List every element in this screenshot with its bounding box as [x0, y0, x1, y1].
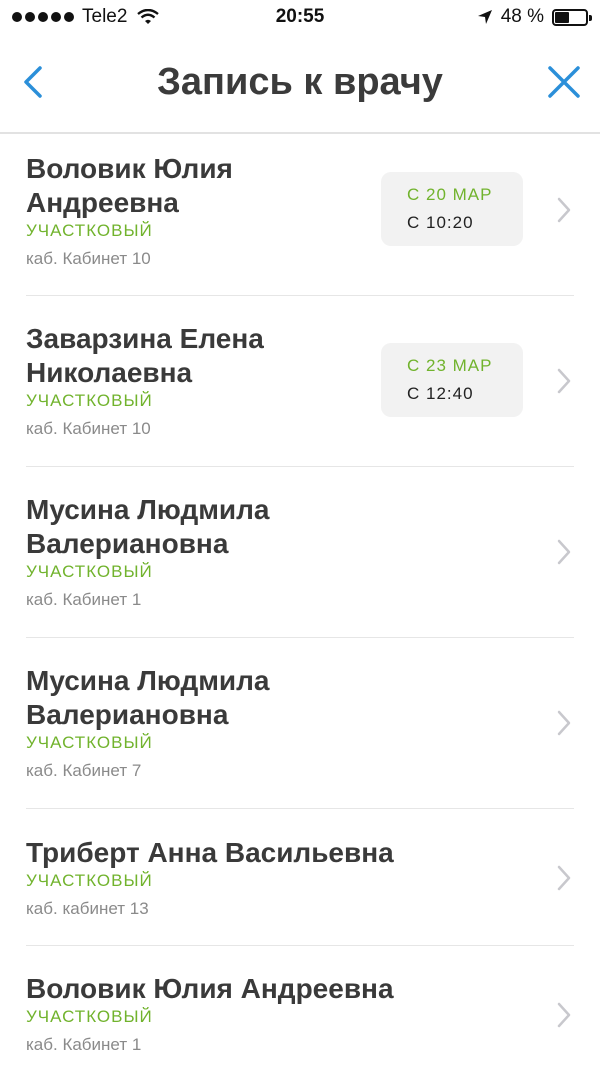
- chevron-right-icon: [557, 865, 571, 891]
- doctor-name: Триберт Анна Васильевна: [26, 837, 394, 868]
- doctor-name: Воловик Юлия Андреевна: [26, 153, 233, 218]
- list-item[interactable]: Воловик Юлия Андреевна УЧАСТКОВЫЙ каб. К…: [26, 946, 574, 1071]
- doctor-cabinet: каб. Кабинет 7: [26, 761, 142, 780]
- doctor-cabinet: каб. кабинет 13: [26, 899, 149, 918]
- doctor-list: Воловик Юлия Андреевна УЧАСТКОВЫЙ каб. К…: [0, 134, 600, 1071]
- battery-level: [555, 11, 569, 23]
- chevron-right-icon: [557, 710, 571, 736]
- doctor-role: УЧАСТКОВЫЙ: [26, 391, 153, 410]
- doctor-name: Мусина Людмила Валериановна: [26, 665, 270, 730]
- slot-time: С 10:20: [407, 213, 474, 232]
- close-icon[interactable]: [546, 64, 582, 100]
- location-arrow-icon: [477, 10, 492, 24]
- doctor-role: УЧАСТКОВЫЙ: [26, 221, 153, 240]
- chevron-right-icon: [557, 197, 571, 223]
- slot-date: С 23 МАР: [407, 356, 493, 375]
- slot-time: С 12:40: [407, 384, 474, 403]
- doctor-name: Мусина Людмила Валериановна: [26, 494, 270, 559]
- doctor-role: УЧАСТКОВЫЙ: [26, 1007, 153, 1026]
- doctor-cabinet: каб. Кабинет 10: [26, 249, 151, 268]
- doctor-cabinet: каб. Кабинет 1: [26, 1035, 142, 1054]
- doctor-cabinet: каб. Кабинет 1: [26, 590, 142, 609]
- battery-percent: 48 %: [500, 6, 544, 27]
- list-item[interactable]: Воловик Юлия Андреевна УЧАСТКОВЫЙ каб. К…: [26, 134, 574, 296]
- doctor-role: УЧАСТКОВЫЙ: [26, 562, 153, 581]
- list-item[interactable]: Мусина Людмила Валериановна УЧАСТКОВЫЙ к…: [26, 638, 574, 809]
- status-bar: Tele2 20:55 48 %: [0, 0, 600, 36]
- doctor-name: Заварзина Елена Николаевна: [26, 323, 264, 388]
- slot-date: С 20 МАР: [407, 185, 493, 204]
- doctor-cabinet: каб. Кабинет 10: [26, 419, 151, 438]
- chevron-right-icon: [557, 368, 571, 394]
- chevron-right-icon: [557, 539, 571, 565]
- list-item[interactable]: Триберт Анна Васильевна УЧАСТКОВЫЙ каб. …: [26, 809, 574, 946]
- doctor-name: Воловик Юлия Андреевна: [26, 973, 394, 1004]
- next-slot-badge: С 23 МАР С 12:40: [381, 343, 523, 417]
- doctor-role: УЧАСТКОВЫЙ: [26, 733, 153, 752]
- list-item[interactable]: Мусина Людмила Валериановна УЧАСТКОВЫЙ к…: [26, 467, 574, 638]
- doctor-role: УЧАСТКОВЫЙ: [26, 871, 153, 890]
- list-item[interactable]: Заварзина Елена Николаевна УЧАСТКОВЫЙ ка…: [26, 296, 574, 467]
- chevron-right-icon: [557, 1002, 571, 1028]
- next-slot-badge: С 20 МАР С 10:20: [381, 172, 523, 246]
- battery-icon: [552, 8, 592, 26]
- page-title: Запись к врачу: [157, 61, 443, 103]
- navigation-bar: Запись к врачу: [0, 36, 600, 134]
- status-bar-right: 48 %: [477, 6, 592, 28]
